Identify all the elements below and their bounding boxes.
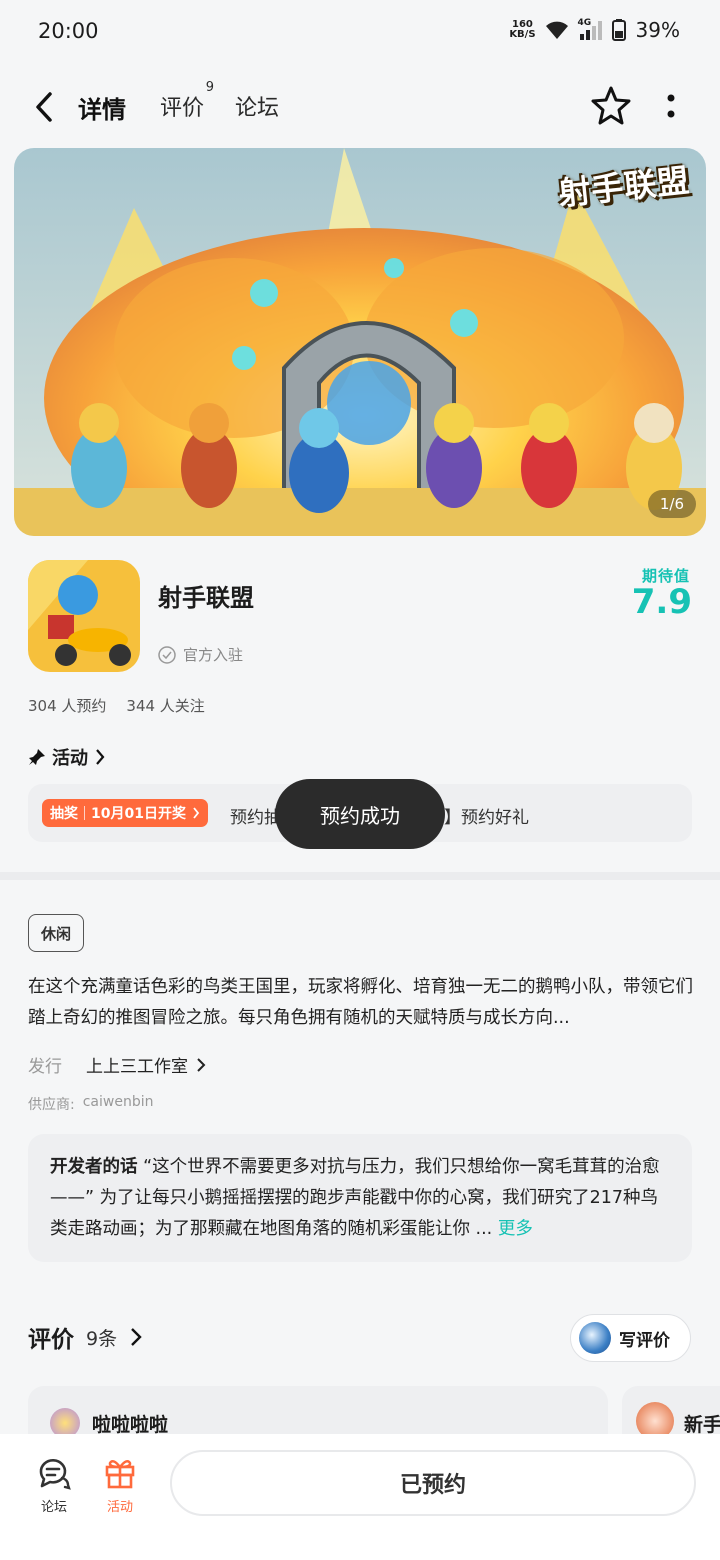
back-arrow-icon[interactable] xyxy=(30,90,60,124)
tab-forum[interactable]: 论坛 xyxy=(235,90,279,122)
battery-percentage: 39% xyxy=(635,18,680,42)
publisher-name: 上上三工作室 xyxy=(86,1057,188,1077)
top-nav: 详情 评价 9 论坛 xyxy=(0,70,720,144)
activity-text-end: 】预约好礼 xyxy=(444,808,529,828)
developer-note-more-link[interactable]: 更多 xyxy=(498,1219,533,1239)
lottery-badge: 抽奖 10月01日开奖 xyxy=(42,799,208,827)
game-banner-carousel[interactable]: 射手联盟 1/6 xyxy=(14,148,706,536)
reserved-button[interactable]: 已预约 xyxy=(170,1450,696,1516)
supplier-row: 供应商: caiwenbin xyxy=(28,1094,153,1114)
tab-reviews[interactable]: 评价 9 xyxy=(160,80,214,122)
chevron-right-icon xyxy=(197,1057,206,1072)
activity-section-header[interactable]: 活动 xyxy=(28,744,106,770)
section-divider xyxy=(0,872,720,880)
supplier-label: 供应商: xyxy=(28,1097,75,1113)
pin-icon xyxy=(29,749,45,765)
game-description[interactable]: 在这个充满童话色彩的鸟类王国里，玩家将孵化、培育独一无二的鹅鸭小队，带领它们踏上… xyxy=(28,972,694,1034)
developer-note-title: 开发者的话 xyxy=(50,1157,138,1177)
tab-details[interactable]: 详情 xyxy=(78,90,126,125)
badge-chevron-icon xyxy=(193,807,200,819)
battery-icon xyxy=(611,19,626,41)
chevron-right-icon xyxy=(96,749,105,765)
gift-icon xyxy=(105,1460,135,1489)
toast-message: 预约成功 xyxy=(275,779,445,849)
favorite-star-icon[interactable] xyxy=(590,85,632,127)
publisher-label: 发行 xyxy=(28,1057,62,1077)
developer-note-text: “这个世界不需要更多对抗与压力，我们只想给你一窝毛茸茸的治愈——” 为了让每只小… xyxy=(50,1157,660,1239)
publisher-row[interactable]: 发行 上上三工作室 xyxy=(28,1052,206,1077)
app-icon xyxy=(28,560,140,672)
tab-reviews-badge: 9 xyxy=(205,80,215,95)
more-options-icon[interactable] xyxy=(664,92,678,122)
wifi-icon xyxy=(545,21,568,39)
app-name: 射手联盟 xyxy=(158,584,254,612)
reservation-count: 304 人预约 xyxy=(28,697,107,715)
verified-check-icon xyxy=(158,645,176,664)
net-speed: 160 KB/S xyxy=(509,19,536,40)
status-bar: 20:00 160 KB/S 4G 39% xyxy=(0,0,720,64)
cell-signal-icon: 4G xyxy=(578,18,604,42)
genre-tag[interactable]: 休闲 xyxy=(28,914,85,952)
supplier-name: caiwenbin xyxy=(82,1094,154,1110)
stats-row: 304 人预约 344 人关注 xyxy=(28,695,205,716)
official-verified-label: 官方入驻 xyxy=(158,644,243,665)
reviews-title: 评价 xyxy=(28,1327,74,1353)
reviewer-name: 啦啦啦啦 xyxy=(92,1414,169,1436)
badge-divider xyxy=(84,806,85,820)
expectation-score: 7.9 xyxy=(631,582,692,622)
bottom-forum-button[interactable]: 论坛 xyxy=(24,1456,84,1515)
activity-text: 预约抽 xyxy=(230,808,281,828)
write-review-button[interactable]: 写评价 xyxy=(570,1314,691,1362)
forum-chat-icon xyxy=(39,1459,71,1490)
chevron-right-icon xyxy=(131,1328,142,1346)
bottom-action-bar: 论坛 活动 已预约 xyxy=(0,1434,720,1560)
follower-count: 344 人关注 xyxy=(126,697,205,715)
user-avatar xyxy=(579,1322,611,1354)
reviews-section-header[interactable]: 评价 9条 xyxy=(28,1320,143,1354)
reviews-count: 9条 xyxy=(86,1327,118,1350)
banner-page-counter: 1/6 xyxy=(647,490,696,518)
status-icons: 160 KB/S 4G 39% xyxy=(509,18,680,42)
reviewer-name: 新手 xyxy=(684,1414,720,1436)
status-time: 20:00 xyxy=(38,19,99,43)
bottom-activity-button[interactable]: 活动 xyxy=(90,1456,150,1515)
developer-note-card[interactable]: 开发者的话 “这个世界不需要更多对抗与压力，我们只想给你一窝毛茸茸的治愈——” … xyxy=(28,1134,692,1262)
